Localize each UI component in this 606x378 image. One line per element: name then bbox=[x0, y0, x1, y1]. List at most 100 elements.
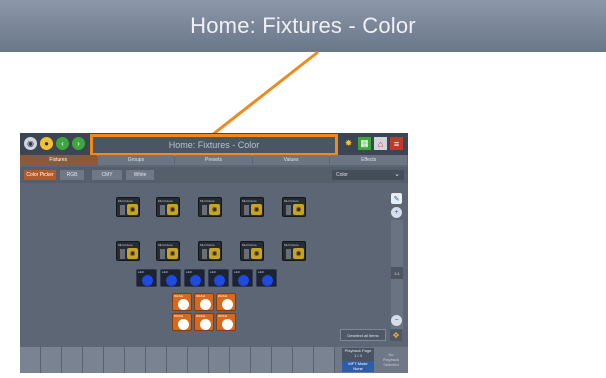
top-toolbar: ◉ ● ‹ › Home: Fixtures - Color ✸ ▦ ⌂ ≡ bbox=[20, 133, 408, 156]
bottom-slot[interactable] bbox=[188, 347, 209, 373]
bottom-slot[interactable] bbox=[251, 347, 272, 373]
bottom-slot[interactable] bbox=[272, 347, 293, 373]
fixture-tile[interactable]: MH Fixture ✺ bbox=[240, 241, 264, 261]
bottom-slot[interactable] bbox=[41, 347, 62, 373]
fixture-tile[interactable]: MH Fixture ✺ bbox=[156, 197, 180, 217]
title-highlight-box bbox=[90, 134, 338, 156]
fixture-label: MH Fixture bbox=[242, 199, 257, 203]
bottom-slot[interactable] bbox=[209, 347, 230, 373]
sparkle-icon[interactable]: ✸ bbox=[342, 137, 355, 150]
edit-layout-icon[interactable]: ✎ bbox=[391, 193, 402, 204]
zoom-out-icon[interactable]: − bbox=[391, 315, 402, 326]
bottom-slot[interactable] bbox=[20, 347, 41, 373]
bottom-slot[interactable] bbox=[314, 347, 335, 373]
fixture-tile[interactable]: MH Fixture ✺ bbox=[198, 241, 222, 261]
wash-fixture-tile[interactable]: WASH bbox=[194, 313, 214, 331]
moving-head-icon: ✺ bbox=[293, 204, 304, 215]
moving-head-icon: ✺ bbox=[251, 204, 262, 215]
dropdown-value: Color bbox=[336, 172, 348, 178]
tab-effects[interactable]: Effects bbox=[330, 155, 407, 165]
bottom-slot[interactable] bbox=[62, 347, 83, 373]
zoom-value: 1:1 bbox=[391, 267, 403, 279]
sub-tab-rgb[interactable]: RGB bbox=[60, 170, 84, 180]
fixture-label: MH Fixture bbox=[200, 199, 215, 203]
led-label: LED bbox=[162, 270, 168, 274]
playback-page-value: 1 / 4 bbox=[354, 353, 362, 358]
sub-tab-cmy[interactable]: CMY bbox=[92, 170, 122, 180]
mft-mode-value: None bbox=[353, 366, 363, 371]
bottom-slot[interactable] bbox=[293, 347, 314, 373]
wash-fixture-tile[interactable]: WASH bbox=[216, 293, 236, 311]
sub-toolbar: Color Picker RGB CMY White Color ⌄ bbox=[20, 167, 408, 183]
tab-fixtures[interactable]: Fixtures bbox=[20, 155, 97, 165]
attribute-dropdown[interactable]: Color ⌄ bbox=[332, 170, 404, 180]
fixture-tile[interactable]: MH Fixture ✺ bbox=[116, 241, 140, 261]
led-fixture-tile[interactable]: LED bbox=[136, 269, 157, 287]
fixture-label: MH Fixture bbox=[158, 243, 173, 247]
forward-arrow-icon[interactable]: › bbox=[72, 137, 85, 150]
color-swatch bbox=[238, 275, 249, 286]
fixture-tile[interactable]: MH Fixture ✺ bbox=[116, 197, 140, 217]
sub-tab-white[interactable]: White bbox=[126, 170, 154, 180]
fixture-tile[interactable]: MH Fixture ✺ bbox=[156, 241, 180, 261]
led-label: LED bbox=[186, 270, 192, 274]
bottom-slot[interactable] bbox=[146, 347, 167, 373]
menu-icon[interactable]: ≡ bbox=[390, 137, 403, 150]
wash-label: WASH bbox=[174, 294, 183, 298]
tab-presets[interactable]: Presets bbox=[175, 155, 252, 165]
led-fixture-tile[interactable]: LED bbox=[256, 269, 277, 287]
color-swatch bbox=[142, 275, 153, 286]
led-label: LED bbox=[210, 270, 216, 274]
no-playback-indicator: No Playback Selected bbox=[376, 348, 406, 372]
led-label: LED bbox=[234, 270, 240, 274]
main-tabs: Fixtures Groups Presets Values Effects bbox=[20, 155, 408, 165]
deselect-all-button[interactable]: Deselect all items bbox=[340, 329, 386, 341]
compass-icon[interactable]: ✥ bbox=[390, 329, 402, 341]
wash-fixture-tile[interactable]: WASH bbox=[216, 313, 236, 331]
led-fixture-tile[interactable]: LED bbox=[160, 269, 181, 287]
wash-fixture-tile[interactable]: WASH bbox=[172, 313, 192, 331]
fixture-tile[interactable]: MH Fixture ✺ bbox=[282, 197, 306, 217]
led-fixture-tile[interactable]: LED bbox=[232, 269, 253, 287]
fixture-grid: MH Fixture ✺ MH Fixture ✺ MH Fixture ✺ MH F… bbox=[24, 185, 388, 345]
moving-head-icon: ✺ bbox=[127, 248, 138, 259]
zoom-in-icon[interactable]: + bbox=[391, 207, 402, 218]
tab-groups[interactable]: Groups bbox=[97, 155, 175, 165]
fixture-label: MH Fixture bbox=[118, 243, 133, 247]
color-swatch bbox=[262, 275, 273, 286]
color-swatch bbox=[178, 319, 189, 330]
wash-fixture-tile[interactable]: WASH bbox=[172, 293, 192, 311]
fixture-tile[interactable]: MH Fixture ✺ bbox=[282, 241, 306, 261]
bottom-slot[interactable] bbox=[83, 347, 104, 373]
back-arrow-icon[interactable]: ‹ bbox=[56, 137, 69, 150]
sub-tab-color-picker[interactable]: Color Picker bbox=[24, 170, 56, 180]
color-swatch bbox=[222, 299, 233, 310]
tab-values[interactable]: Values bbox=[252, 155, 330, 165]
mft-mode-button[interactable]: MFT Mode None bbox=[342, 361, 374, 372]
wash-fixture-tile[interactable]: WASH bbox=[194, 293, 214, 311]
fixture-label: MH Fixture bbox=[200, 243, 215, 247]
eye-icon[interactable]: ◉ bbox=[24, 137, 37, 150]
playback-page-button[interactable]: Playback Page 1 / 4 MFT Mode None bbox=[342, 348, 374, 372]
bottom-slot[interactable] bbox=[125, 347, 146, 373]
fixture-label: MH Fixture bbox=[242, 243, 257, 247]
fixture-tile[interactable]: MH Fixture ✺ bbox=[198, 197, 222, 217]
bottom-slot[interactable] bbox=[167, 347, 188, 373]
bottom-slot[interactable] bbox=[104, 347, 125, 373]
wash-label: WASH bbox=[218, 314, 227, 318]
moving-head-icon: ✺ bbox=[293, 248, 304, 259]
wash-label: WASH bbox=[196, 294, 205, 298]
led-fixture-tile[interactable]: LED bbox=[208, 269, 229, 287]
bulb-icon[interactable]: ● bbox=[40, 137, 53, 150]
wash-label: WASH bbox=[196, 314, 205, 318]
led-fixture-tile[interactable]: LED bbox=[184, 269, 205, 287]
chevron-down-icon: ⌄ bbox=[394, 171, 400, 178]
color-swatch bbox=[200, 299, 211, 310]
bottom-slot[interactable] bbox=[230, 347, 251, 373]
layout-icon[interactable]: ▦ bbox=[358, 137, 371, 150]
moving-head-icon: ✺ bbox=[251, 248, 262, 259]
fixture-tile[interactable]: MH Fixture ✺ bbox=[240, 197, 264, 217]
zoom-slider[interactable]: 1:1 bbox=[391, 220, 403, 330]
home-icon[interactable]: ⌂ bbox=[374, 137, 387, 150]
app-window: ◉ ● ‹ › Home: Fixtures - Color ✸ ▦ ⌂ ≡ F… bbox=[20, 133, 408, 373]
